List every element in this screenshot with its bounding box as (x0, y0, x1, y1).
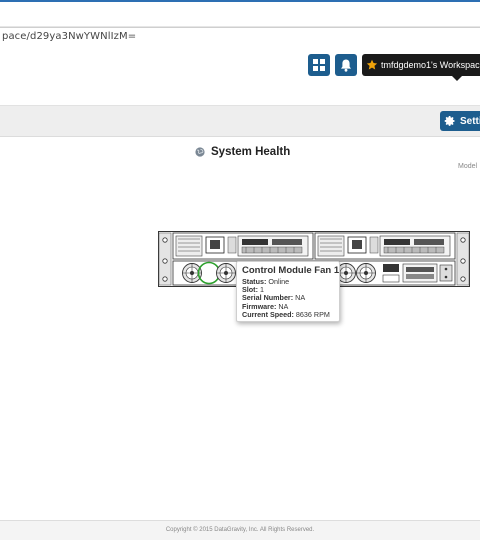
tooltip-row-speed: Current Speed: 8636 RPM (242, 309, 339, 319)
globe-icon (195, 147, 205, 157)
tooltip-value: 8636 RPM (295, 309, 330, 319)
tooltip-value: NA (295, 293, 306, 303)
workspace-caret-icon (452, 76, 462, 81)
gear-icon (444, 116, 455, 126)
rack-ear-left (158, 232, 172, 286)
notifications-button[interactable] (335, 54, 357, 76)
grid-icon (313, 59, 325, 71)
page-title-row: System Health (195, 144, 290, 160)
fan-tooltip: Control Module Fan 1 Status: Online Slot… (236, 261, 340, 322)
rack-ear-right (456, 232, 470, 286)
controller-module-left[interactable] (172, 232, 314, 260)
footer: Copyright © 2015 DataGravity, Inc. All R… (0, 520, 480, 540)
address-bar[interactable]: pace/d29ya3NwYWNlIzM= (0, 27, 480, 48)
bell-icon (341, 59, 351, 72)
fan-4[interactable] (356, 263, 376, 283)
app-header: tmfdgdemo1's Workspace (0, 47, 480, 106)
browser-tab-strip (0, 0, 480, 27)
fan-2[interactable] (216, 263, 236, 283)
copyright-text: Copyright © 2015 DataGravity, Inc. All R… (165, 527, 315, 533)
tab-accent-line (0, 0, 480, 2)
star-icon (366, 58, 378, 72)
page-title: System Health (211, 146, 291, 158)
tooltip-title: Control Module Fan 1 (242, 265, 340, 276)
workspace-menu[interactable]: tmfdgdemo1's Workspace (362, 54, 480, 81)
settings-label: Settings (460, 115, 480, 127)
controller-module-right[interactable] (314, 232, 456, 260)
workspace-label: tmfdgdemo1's Workspace (381, 60, 480, 70)
tooltip-value: Online (268, 277, 290, 286)
grid-menu-button[interactable] (308, 54, 330, 76)
model-label: Model (458, 163, 478, 170)
tooltip-key: Current Speed: (242, 309, 294, 319)
address-bar-url[interactable]: pace/d29ya3NwYWNlIzM= (2, 31, 136, 42)
settings-button[interactable]: Settings (440, 111, 480, 131)
page-toolbar: Settings (0, 106, 480, 137)
